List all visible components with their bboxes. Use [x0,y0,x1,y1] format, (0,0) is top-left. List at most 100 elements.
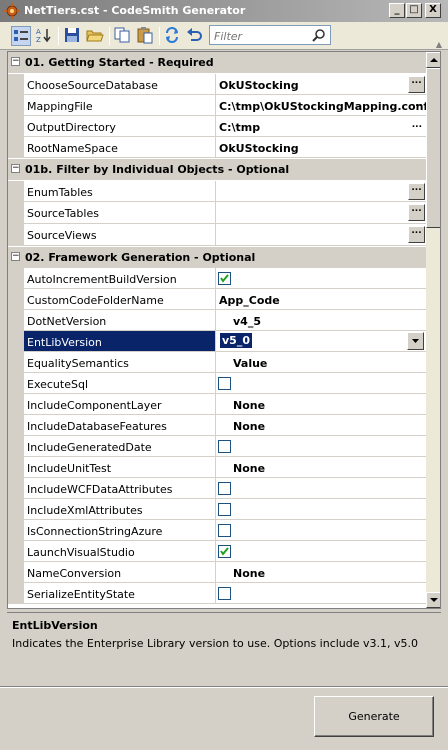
maximize-button[interactable]: □ [406,3,422,18]
property-value[interactable] [217,583,426,603]
property-row[interactable]: SourceViews ... [8,224,426,246]
row-gutter [8,394,24,414]
ellipsis-button[interactable]: ... [412,120,422,130]
property-row[interactable]: CustomCodeFolderName App_Code [8,289,426,310]
search-icon[interactable] [312,28,326,42]
undo-button[interactable] [185,26,205,46]
property-value[interactable] [217,436,426,456]
property-value-text: OkUStocking [219,79,299,92]
vertical-scrollbar[interactable] [426,52,440,608]
property-value[interactable] [217,268,426,288]
checkbox-unchecked[interactable] [218,377,231,390]
property-row[interactable]: OutputDirectory C:\tmp ... [8,116,426,137]
toolbar-overflow-grip[interactable]: ▲ [436,40,442,49]
property-row[interactable]: MappingFile C:\tmp\OkUStockingMapping.co… [8,95,426,116]
property-value[interactable] [217,541,426,561]
refresh-icon [166,27,178,43]
collapse-toggle[interactable]: − [11,57,20,66]
checkbox-unchecked[interactable] [218,587,231,600]
category-framework-generation: − 02. Framework Generation - Optional [8,247,426,268]
checkbox-unchecked[interactable] [218,503,231,516]
property-row[interactable]: EqualitySemantics Value [8,352,426,373]
ellipsis-button[interactable]: ... [412,99,422,109]
checkbox-unchecked[interactable] [218,440,231,453]
property-row[interactable]: IncludeXmlAttributes [8,499,426,520]
property-row[interactable]: AutoIncrementBuildVersion [8,268,426,289]
copy-button[interactable] [113,26,133,46]
alphabetical-view-button[interactable]: A Z [35,26,55,46]
property-row[interactable]: DotNetVersion v4_5 [8,310,426,331]
property-value[interactable]: C:\tmp\OkUStockingMapping.conf ... [217,95,426,115]
property-row[interactable]: RootNameSpace OkUStocking [8,137,426,158]
property-value[interactable]: Value [217,352,426,372]
property-row[interactable]: IncludeUnitTest None [8,457,426,478]
property-name: IncludeGeneratedDate [24,436,216,456]
close-button[interactable]: X [425,3,441,18]
property-name: ChooseSourceDatabase [24,74,216,94]
checkbox-unchecked[interactable] [218,524,231,537]
collapse-toggle[interactable]: − [11,252,20,261]
ellipsis-button[interactable]: ... [408,183,425,200]
property-value[interactable]: None [217,415,426,435]
checkmark-icon [220,274,229,283]
collapse-toggle[interactable]: − [11,164,20,173]
property-name: EnumTables [24,181,216,201]
property-row[interactable]: SourceTables ... [8,202,426,224]
checkbox-checked[interactable] [218,272,231,285]
generate-button[interactable]: Generate [314,696,434,737]
property-value[interactable]: v5_0 [217,331,426,351]
paste-icon [137,27,153,44]
row-gutter [8,415,24,435]
filter-input[interactable] [214,29,306,43]
property-value[interactable]: ... [217,224,426,245]
property-value[interactable]: C:\tmp ... [217,116,426,136]
checkbox-checked[interactable] [218,545,231,558]
property-value[interactable] [217,373,426,393]
property-value[interactable]: OkUStocking ... [217,74,426,94]
categorized-view-button[interactable] [11,26,31,46]
property-row[interactable]: IncludeWCFDataAttributes [8,478,426,499]
property-row[interactable]: SerializeEntityState [8,583,426,604]
scrollbar-thumb[interactable] [426,68,440,228]
property-value[interactable]: None [217,562,426,582]
property-value[interactable]: ... [217,181,426,201]
minimize-button[interactable]: _ [389,3,405,18]
property-row[interactable]: IncludeComponentLayer None [8,394,426,415]
property-row[interactable]: LaunchVisualStudio [8,541,426,562]
property-row[interactable]: IncludeGeneratedDate [8,436,426,457]
property-value[interactable]: OkUStocking [217,137,426,157]
property-value[interactable]: v4_5 [217,310,426,330]
row-gutter [8,457,24,477]
scroll-down-button[interactable] [426,592,440,608]
open-button[interactable] [86,26,106,46]
property-row[interactable]: IsConnectionStringAzure [8,520,426,541]
categorized-icon [14,30,28,41]
svg-text:A: A [36,28,41,36]
property-name: LaunchVisualStudio [24,541,216,561]
ellipsis-button[interactable]: ... [408,76,425,93]
entlib-version-dropdown[interactable]: v5_0 [217,332,424,350]
property-row[interactable]: EnumTables ... [8,181,426,202]
property-value[interactable] [217,520,426,540]
paste-button[interactable] [136,26,156,46]
property-value[interactable] [217,478,426,498]
scroll-up-button[interactable] [426,52,440,68]
dropdown-arrow-button[interactable] [407,332,424,350]
ellipsis-button[interactable]: ... [408,226,425,243]
dropdown-selected-value: v5_0 [220,333,252,348]
filter-field[interactable] [209,25,331,45]
property-value[interactable]: None [217,457,426,477]
property-row[interactable]: IncludeDatabaseFeatures None [8,415,426,436]
property-row[interactable]: ExecuteSql [8,373,426,394]
property-row-selected[interactable]: EntLibVersion v5_0 [8,331,426,352]
property-value[interactable] [217,499,426,519]
ellipsis-button[interactable]: ... [408,204,425,221]
property-row[interactable]: NameConversion None [8,562,426,583]
checkbox-unchecked[interactable] [218,482,231,495]
property-value[interactable]: App_Code [217,289,426,309]
save-button[interactable] [63,26,83,46]
property-value[interactable]: ... [217,202,426,223]
property-row[interactable]: ChooseSourceDatabase OkUStocking ... [8,74,426,95]
property-value[interactable]: None [217,394,426,414]
refresh-button[interactable] [163,26,183,46]
